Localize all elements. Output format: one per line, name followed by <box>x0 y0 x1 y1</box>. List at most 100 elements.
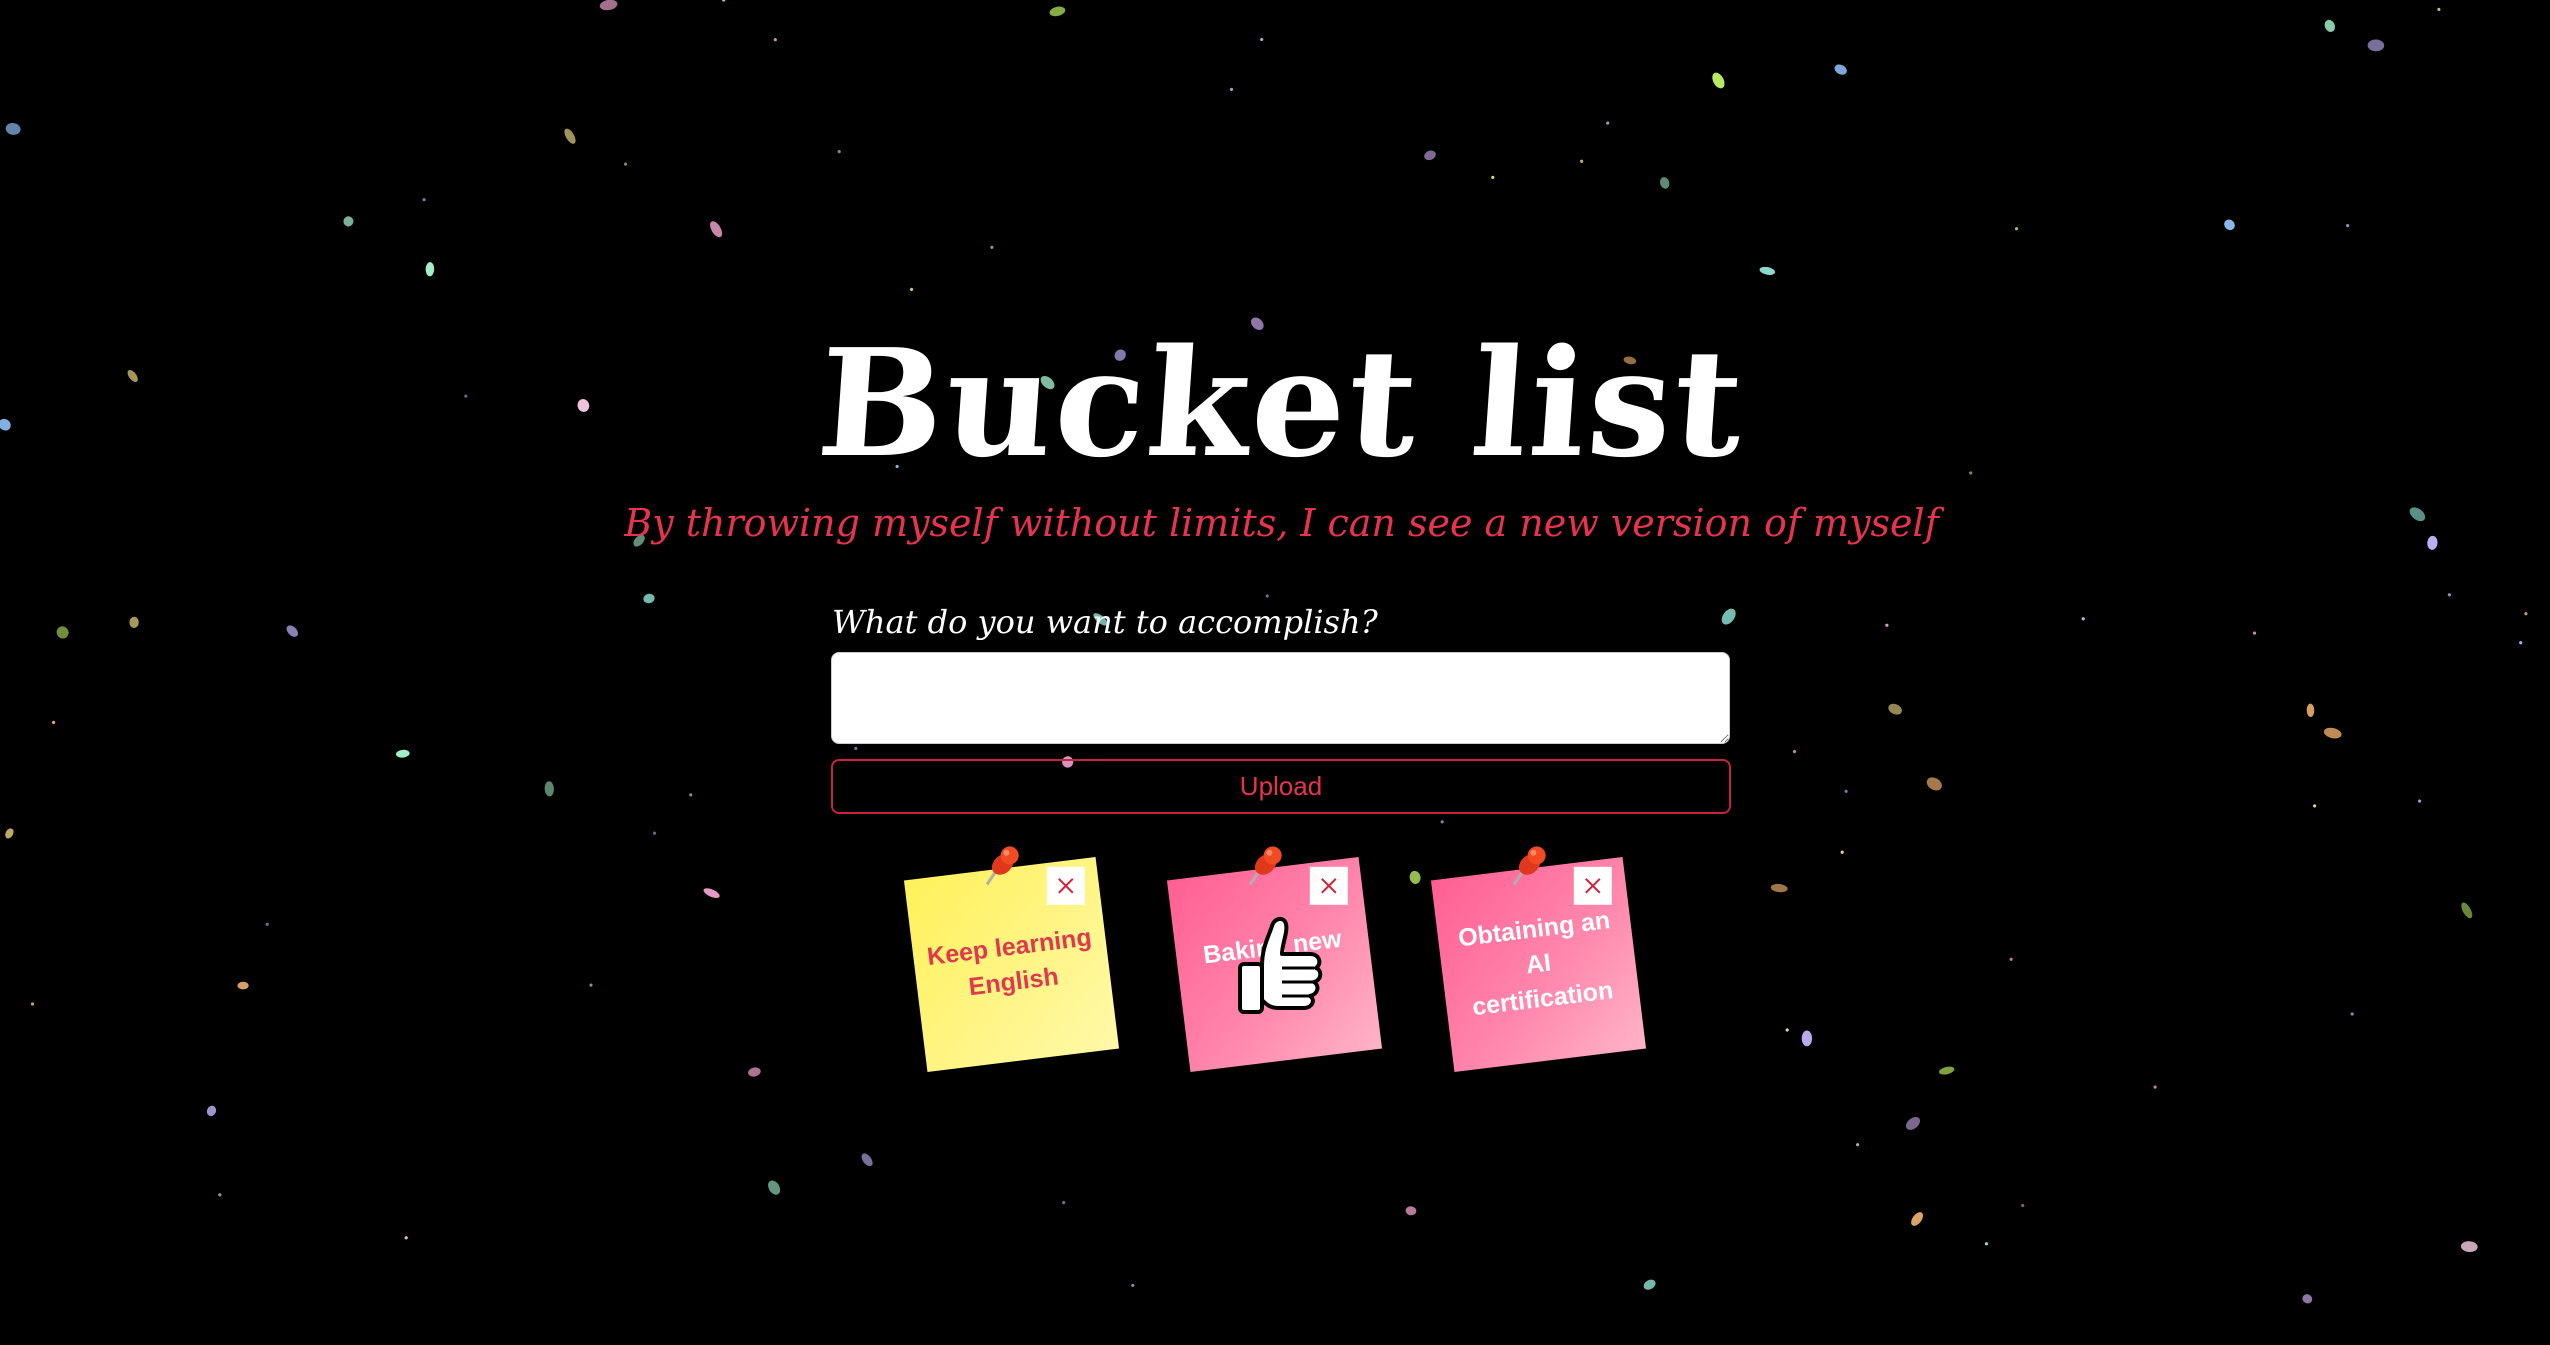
page-title: Bucket list <box>812 316 1751 490</box>
confetti-speck <box>623 162 628 166</box>
confetti-speck <box>237 981 249 990</box>
goal-prompt-label: What do you want to accomplish? <box>832 603 1378 641</box>
confetti-speck <box>2437 7 2441 11</box>
confetti-speck <box>544 781 555 797</box>
confetti-speck <box>2009 957 2013 961</box>
confetti-speck <box>2153 1085 2157 1089</box>
confetti-speck <box>1721 608 1736 625</box>
confetti-speck <box>2367 39 2385 52</box>
confetti-speck <box>1424 150 1436 161</box>
confetti-speck <box>1049 6 1066 17</box>
confetti-speck <box>1659 177 1670 189</box>
confetti-speck <box>2418 799 2422 803</box>
confetti-speck <box>1834 64 1847 75</box>
confetti-speck <box>990 245 994 249</box>
confetti-speck <box>2519 641 2523 645</box>
confetti-speck <box>1260 37 1264 42</box>
confetti-speck <box>1905 1116 1921 1130</box>
confetti-speck <box>1888 703 1902 715</box>
confetti-speck <box>425 262 435 277</box>
confetti-speck <box>1792 750 1797 754</box>
confetti-speck <box>689 793 693 797</box>
goal-textarea[interactable] <box>831 652 1730 744</box>
page-subtitle: By throwing myself without limits, I can… <box>624 501 1939 545</box>
note-text: Obtaining an AI certification <box>1456 906 1615 1022</box>
confetti-speck <box>1491 175 1495 180</box>
confetti-speck <box>1229 87 1234 92</box>
bucket-note: Obtaining an AI certification <box>1430 846 1647 1073</box>
confetti-speck <box>564 128 576 144</box>
confetti-speck <box>1844 789 1848 793</box>
confetti-speck <box>1409 870 1421 884</box>
confetti-speck <box>703 888 720 898</box>
bucket-note: Baking new bread <box>1166 846 1383 1073</box>
note-text: Keep learning English <box>925 922 1094 1001</box>
confetti-speck <box>286 625 299 637</box>
confetti-speck <box>722 0 726 2</box>
confetti-speck <box>206 1105 217 1117</box>
confetti-speck <box>2081 617 2085 621</box>
confetti-speck <box>56 626 69 639</box>
confetti-speck <box>218 1193 222 1197</box>
confetti-speck <box>773 38 777 42</box>
confetti-speck <box>589 983 593 987</box>
confetti-speck <box>1785 1028 1789 1032</box>
confetti-speck <box>1759 266 1776 275</box>
confetti-speck <box>768 1180 781 1195</box>
confetti-speck <box>395 749 410 758</box>
confetti-speck <box>1579 159 1584 163</box>
confetti-speck <box>422 198 426 202</box>
confetti-speck <box>5 828 14 839</box>
confetti-speck <box>2350 1012 2354 1016</box>
confetti-speck <box>2524 612 2528 616</box>
confetti-speck <box>748 1067 761 1077</box>
confetti-speck <box>1801 1030 1813 1047</box>
upload-button[interactable]: Upload <box>831 759 1731 814</box>
confetti-speck <box>1606 121 1610 125</box>
close-icon <box>1585 878 1601 894</box>
pushpin-icon <box>1248 846 1282 886</box>
confetti-speck <box>2346 223 2350 228</box>
confetti-speck <box>265 922 269 926</box>
confetti-speck <box>2014 227 2019 231</box>
confetti-speck <box>643 593 655 604</box>
bucket-note: Keep learning English <box>903 846 1120 1073</box>
confetti-speck <box>2313 804 2317 808</box>
confetti-speck <box>1770 883 1788 893</box>
delete-note-button[interactable] <box>1309 866 1348 905</box>
confetti-speck <box>2461 902 2473 919</box>
confetti-speck <box>909 287 914 292</box>
confetti-speck <box>343 216 354 227</box>
confetti-speck <box>5 122 21 135</box>
confetti-speck <box>2302 1294 2313 1304</box>
confetti-speck <box>1984 1242 1989 1246</box>
confetti-speck <box>1911 1212 1924 1226</box>
confetti-speck <box>2021 1203 2025 1208</box>
confetti-speck <box>710 221 723 238</box>
confetti-speck <box>1939 1066 1955 1075</box>
confetti-speck <box>1926 777 1942 791</box>
confetti-speck <box>2460 1241 2478 1253</box>
confetti-speck <box>1062 1201 1066 1205</box>
pushpin-icon <box>1512 846 1546 886</box>
close-icon <box>1321 878 1337 894</box>
confetti-speck <box>837 150 841 154</box>
confetti-speck <box>51 720 56 725</box>
confetti-speck <box>2447 593 2451 597</box>
confetti-speck <box>2252 631 2257 635</box>
note-text: Baking new bread <box>1201 924 1343 1000</box>
confetti-speck <box>2324 19 2336 32</box>
confetti-speck <box>1643 1279 1656 1290</box>
confetti-speck <box>854 746 858 751</box>
confetti-speck <box>1712 72 1725 89</box>
pushpin-icon <box>985 846 1019 886</box>
confetti-speck <box>30 1002 35 1006</box>
confetti-speck <box>652 831 657 835</box>
confetti-speck <box>1855 1143 1860 1147</box>
close-icon <box>1058 878 1074 894</box>
delete-note-button[interactable] <box>1046 866 1085 905</box>
confetti-speck <box>599 0 618 11</box>
confetti-speck <box>2323 727 2342 739</box>
confetti-speck <box>2306 703 2315 717</box>
delete-note-button[interactable] <box>1573 866 1612 905</box>
